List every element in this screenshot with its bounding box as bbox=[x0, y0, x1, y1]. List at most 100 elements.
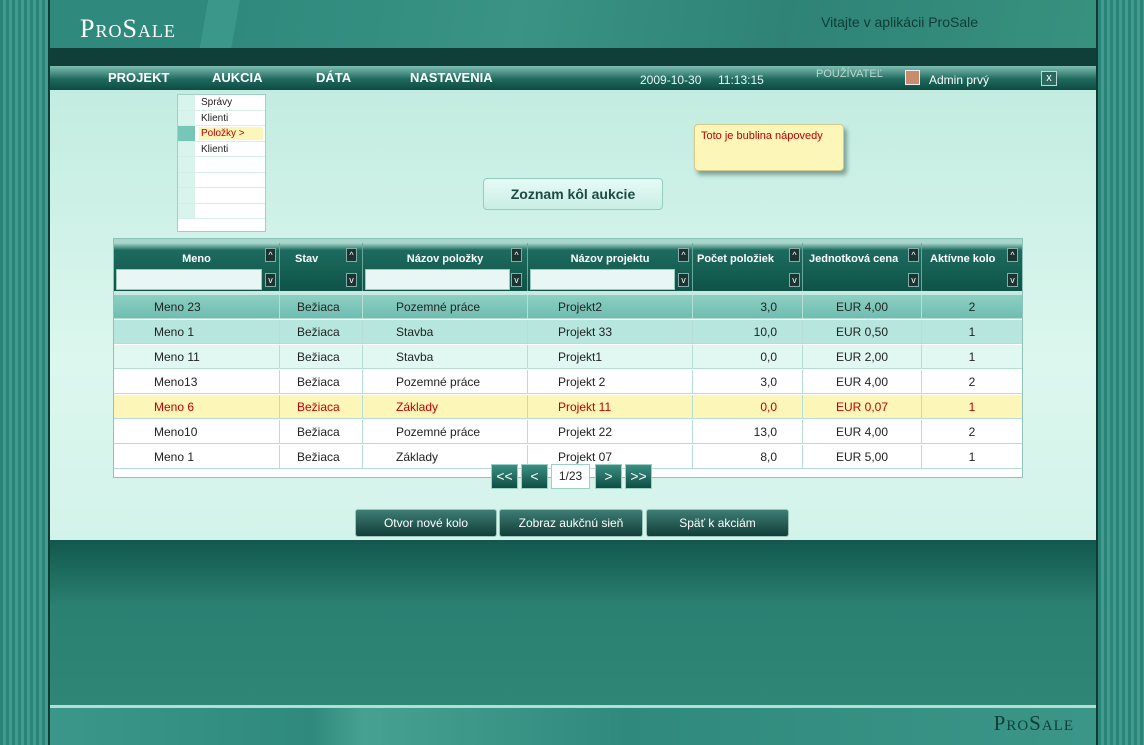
nav-aukcia[interactable]: AUKCIA bbox=[212, 70, 263, 85]
cell-aktivne-kolo: 1 bbox=[968, 450, 976, 464]
close-button[interactable]: x bbox=[1041, 71, 1057, 86]
cell-aktivne-kolo: 1 bbox=[968, 400, 976, 414]
cell-aktivne-kolo: 1 bbox=[968, 325, 976, 339]
filter-projekt-input[interactable] bbox=[530, 269, 675, 290]
table-row[interactable]: Meno13 Bežiaca Pozemné práce Projekt 2 3,0 EU… bbox=[114, 370, 1022, 394]
table-header: Meno ^ v Stav ^ v Názov položky ^ v Názo… bbox=[114, 239, 1022, 295]
avatar bbox=[905, 70, 920, 85]
back-to-actions-button[interactable]: Späť k akciám bbox=[646, 509, 789, 537]
filter-polozka-input[interactable] bbox=[365, 269, 510, 290]
sort-down-icon[interactable]: v bbox=[1007, 273, 1018, 287]
cell-meno: Meno13 bbox=[114, 370, 280, 393]
cell-jednotkova-cena: EUR 2,00 bbox=[803, 345, 922, 368]
submenu-item-klienti[interactable]: Klienti bbox=[178, 110, 265, 126]
cell-jednotkova-cena: EUR 4,00 bbox=[803, 420, 922, 443]
cell-stav: Bežiaca bbox=[280, 370, 363, 393]
cell-pocet-poloziek: 0,0 bbox=[693, 345, 803, 368]
sort-up-icon[interactable]: ^ bbox=[908, 248, 919, 262]
filter-meno-input[interactable] bbox=[116, 269, 262, 290]
sort-up-icon[interactable]: ^ bbox=[1007, 248, 1018, 262]
cell-nazov-polozky: Stavba bbox=[363, 345, 528, 368]
sort-up-icon[interactable]: ^ bbox=[511, 248, 522, 262]
cell-nazov-projektu: Projekt1 bbox=[528, 345, 693, 368]
cell-aktivne-kolo: 2 bbox=[968, 375, 976, 389]
app-logo: ProSale bbox=[80, 14, 176, 43]
next-page-button[interactable]: > bbox=[595, 464, 622, 489]
table-row[interactable]: Meno10 Bežiaca Pozemné práce Projekt 22 13,0… bbox=[114, 420, 1022, 444]
col-header-label: Názov projektu bbox=[570, 253, 650, 265]
cell-aktivne-kolo: 2 bbox=[968, 300, 976, 314]
cell-aktivne-kolo: 1 bbox=[968, 350, 976, 364]
cell-nazov-polozky: Pozemné práce bbox=[363, 295, 528, 318]
cell-pocet-poloziek: 13,0 bbox=[693, 420, 803, 443]
sort-down-icon[interactable]: v bbox=[789, 273, 800, 287]
nav-data[interactable]: DÁTA bbox=[316, 70, 351, 85]
nav-nastavenia[interactable]: NASTAVENIA bbox=[410, 70, 493, 85]
table-row[interactable]: Meno 23 Bežiaca Pozemné práce Projekt2 3,0 EU… bbox=[114, 295, 1022, 319]
col-header-label: Názov položky bbox=[406, 253, 484, 265]
cell-nazov-polozky: Stavba bbox=[363, 320, 528, 343]
table-row[interactable]: Meno 11 Bežiaca Stavba Projekt1 0,0 EUR 2,00 1 bbox=[114, 345, 1022, 369]
footer-logo: ProSale bbox=[993, 711, 1074, 735]
cell-pocet-poloziek: 3,0 bbox=[693, 370, 803, 393]
submenu-item-klienti-2[interactable]: Klienti bbox=[178, 141, 265, 157]
col-nazov-polozky: Názov položky ^ v bbox=[363, 243, 528, 291]
open-new-round-button[interactable]: Otvor nové kolo bbox=[355, 509, 497, 537]
col-jednotkova-cena: Jednotková cena ^ v bbox=[803, 243, 922, 291]
sort-down-icon[interactable]: v bbox=[908, 273, 919, 287]
user-name[interactable]: Admin prvý bbox=[929, 73, 989, 87]
cell-nazov-projektu: Projekt 22 bbox=[528, 420, 693, 443]
first-page-button[interactable]: << bbox=[491, 464, 518, 489]
cell-meno: Meno 1 bbox=[114, 445, 280, 468]
main-nav: PROJEKT AUKCIA DÁTA NASTAVENIA 2009-10-3… bbox=[50, 66, 1096, 90]
sort-up-icon[interactable]: ^ bbox=[789, 248, 800, 262]
help-bubble: Toto je bublina nápovedy bbox=[694, 124, 844, 171]
col-aktivne-kolo: Aktívne kolo ^ v bbox=[922, 243, 1022, 291]
cell-jednotkova-cena: EUR 4,00 bbox=[803, 370, 922, 393]
table-row[interactable]: Meno 6 Bežiaca Základy Projekt 11 0,0 EUR 0,0… bbox=[114, 395, 1022, 419]
cell-jednotkova-cena: EUR 0,07 bbox=[803, 395, 922, 418]
cell-nazov-projektu: Projekt2 bbox=[528, 295, 693, 318]
sort-up-icon[interactable]: ^ bbox=[346, 248, 357, 262]
col-stav: Stav ^ v bbox=[280, 243, 363, 291]
cell-nazov-polozky: Pozemné práce bbox=[363, 370, 528, 393]
sort-down-icon[interactable]: v bbox=[678, 273, 689, 287]
rounds-table: Meno ^ v Stav ^ v Názov položky ^ v Názo… bbox=[113, 238, 1023, 478]
cell-meno: Meno 6 bbox=[114, 395, 280, 418]
cell-aktivne-kolo: 2 bbox=[968, 425, 976, 439]
cell-nazov-polozky: Základy bbox=[363, 395, 528, 418]
cell-pocet-poloziek: 8,0 bbox=[693, 445, 803, 468]
cell-stav: Bežiaca bbox=[280, 320, 363, 343]
table-row[interactable]: Meno 1 Bežiaca Stavba Projekt 33 10,0 EUR 0,5… bbox=[114, 320, 1022, 344]
cell-nazov-projektu: Projekt 2 bbox=[528, 370, 693, 393]
cell-jednotkova-cena: EUR 4,00 bbox=[803, 295, 922, 318]
header-divider bbox=[50, 48, 1096, 66]
submenu-item-polozky[interactable]: Položky > bbox=[178, 126, 265, 142]
cell-stav: Bežiaca bbox=[280, 420, 363, 443]
current-time: 11:13:15 bbox=[718, 73, 764, 87]
sort-up-icon[interactable]: ^ bbox=[678, 248, 689, 262]
prev-page-button[interactable]: < bbox=[521, 464, 548, 489]
aukcia-submenu: Správy Klienti Položky > Klienti bbox=[177, 94, 266, 232]
sort-down-icon[interactable]: v bbox=[346, 273, 357, 287]
sort-down-icon[interactable]: v bbox=[265, 273, 276, 287]
col-header-label: Meno bbox=[182, 253, 211, 265]
show-auction-hall-button[interactable]: Zobraz aukčnú sieň bbox=[499, 509, 643, 537]
cell-meno: Meno 1 bbox=[114, 320, 280, 343]
col-pocet-poloziek: Počet položiek ^ v bbox=[693, 243, 803, 291]
current-date: 2009-10-30 bbox=[640, 73, 702, 87]
cell-meno: Meno10 bbox=[114, 420, 280, 443]
footer: ProSale bbox=[50, 705, 1096, 745]
col-nazov-projektu: Názov projektu ^ v bbox=[528, 243, 693, 291]
cell-meno: Meno 11 bbox=[114, 345, 280, 368]
submenu-item-spravy[interactable]: Správy bbox=[178, 95, 265, 111]
nav-projekt[interactable]: PROJEKT bbox=[108, 70, 169, 85]
sort-down-icon[interactable]: v bbox=[511, 273, 522, 287]
cell-stav: Bežiaca bbox=[280, 445, 363, 468]
last-page-button[interactable]: >> bbox=[625, 464, 652, 489]
sort-up-icon[interactable]: ^ bbox=[265, 248, 276, 262]
cell-nazov-projektu: Projekt 33 bbox=[528, 320, 693, 343]
page-number-field[interactable]: 1/23 bbox=[551, 464, 590, 489]
submenu-item-empty bbox=[178, 157, 265, 173]
cell-nazov-projektu: Projekt 11 bbox=[528, 395, 693, 418]
